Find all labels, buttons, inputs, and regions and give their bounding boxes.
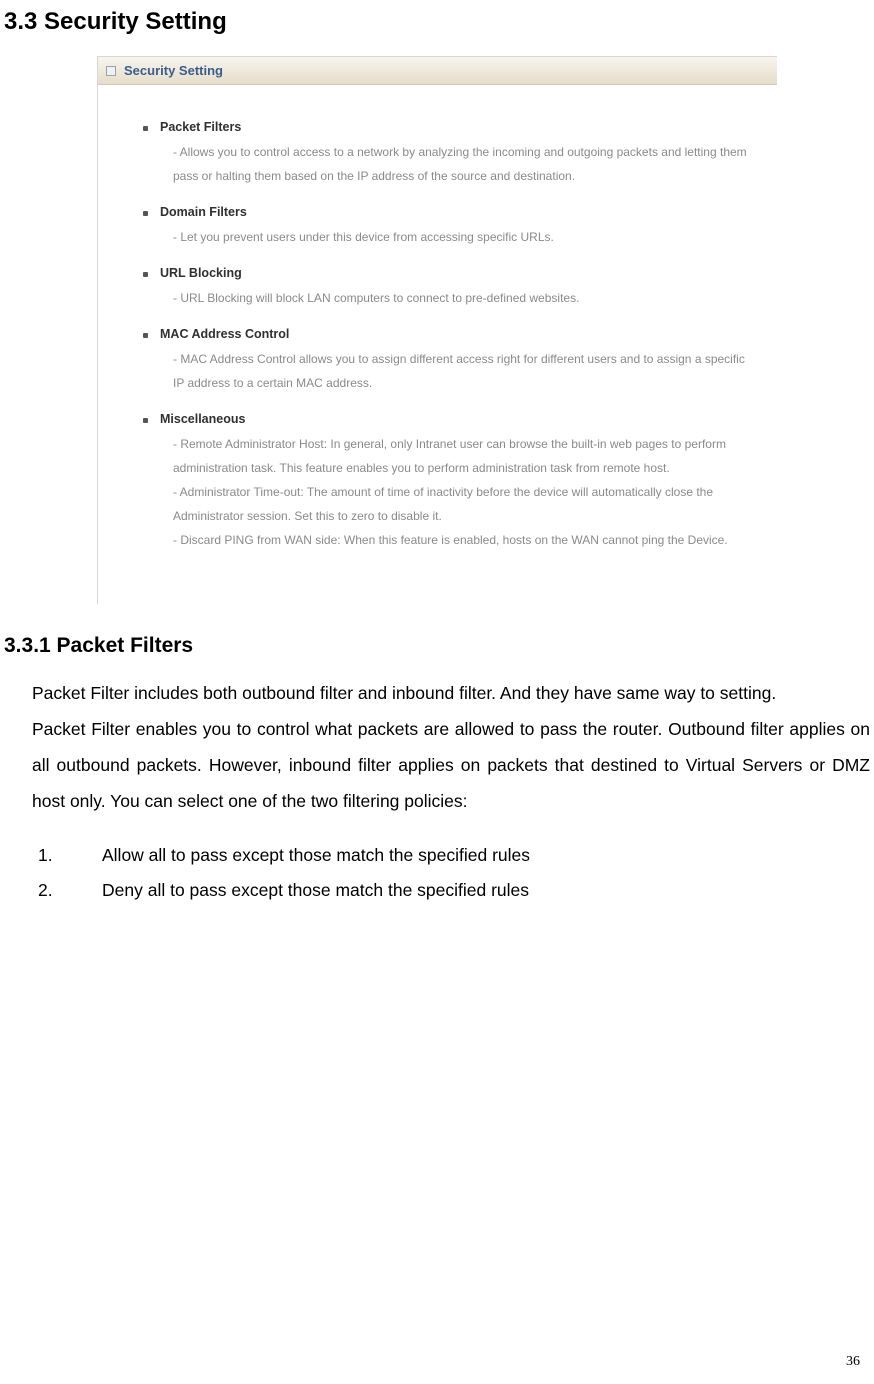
section-item: URL Blocking- URL Blocking will block LA…	[143, 261, 747, 310]
bullet-icon	[143, 272, 148, 277]
page-number: 36	[846, 1354, 860, 1370]
section-title: Miscellaneous	[160, 407, 245, 432]
section-body: - MAC Address Control allows you to assi…	[143, 347, 747, 395]
bullet-icon	[143, 418, 148, 423]
window-icon	[106, 66, 116, 76]
section-body: - URL Blocking will block LAN computers …	[143, 286, 747, 310]
paragraph-1: Packet Filter includes both outbound fil…	[32, 676, 870, 712]
section-body: - Allows you to control access to a netw…	[143, 140, 747, 188]
section-title: Domain Filters	[160, 200, 247, 225]
policy-item: 1. Allow all to pass except those match t…	[38, 838, 870, 873]
security-setting-panel: Security Setting Packet Filters- Allows …	[97, 56, 777, 604]
heading-sub: 3.3.1 Packet Filters	[4, 634, 874, 658]
panel-content: Packet Filters- Allows you to control ac…	[98, 85, 777, 604]
panel-titlebar: Security Setting	[98, 57, 777, 85]
policy-number: 2.	[38, 873, 54, 908]
heading-main: 3.3 Security Setting	[4, 8, 874, 36]
section-title: URL Blocking	[160, 261, 242, 286]
section-body: - Let you prevent users under this devic…	[143, 225, 747, 249]
section-item: MAC Address Control- MAC Address Control…	[143, 322, 747, 395]
section-item: Miscellaneous- Remote Administrator Host…	[143, 407, 747, 552]
policy-text: Allow all to pass except those match the…	[102, 838, 530, 873]
policy-number: 1.	[38, 838, 54, 873]
paragraph-2: Packet Filter enables you to control wha…	[32, 712, 870, 820]
section-title: Packet Filters	[160, 115, 241, 140]
section-body: - Remote Administrator Host: In general,…	[143, 432, 747, 552]
policy-list: 1. Allow all to pass except those match t…	[0, 820, 874, 908]
section-item: Domain Filters- Let you prevent users un…	[143, 200, 747, 249]
bullet-icon	[143, 211, 148, 216]
policy-text: Deny all to pass except those match the …	[102, 873, 529, 908]
section-item: Packet Filters- Allows you to control ac…	[143, 115, 747, 188]
bullet-icon	[143, 333, 148, 338]
policy-item: 2. Deny all to pass except those match th…	[38, 873, 870, 908]
bullet-icon	[143, 126, 148, 131]
section-title: MAC Address Control	[160, 322, 289, 347]
panel-title: Security Setting	[124, 63, 223, 78]
